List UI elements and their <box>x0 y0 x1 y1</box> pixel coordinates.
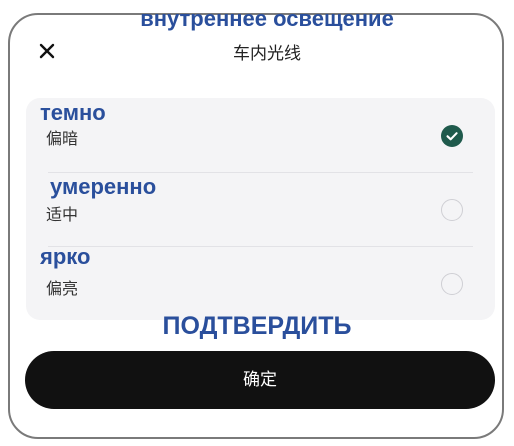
option-label-translation: темно <box>40 100 106 125</box>
option-moderate[interactable]: умеренно 适中 <box>26 173 495 247</box>
confirm-translation: ПОДТВЕРДИТЬ <box>162 312 352 340</box>
option-label-translation: ярко <box>40 244 91 269</box>
option-label-translation: умеренно <box>50 174 157 199</box>
page-title: 车内光线 <box>233 44 301 64</box>
option-bright[interactable]: ярко 偏亮 <box>26 244 495 321</box>
confirm-button[interactable]: 确定 <box>25 351 495 409</box>
radio-empty-icon[interactable] <box>441 273 463 295</box>
title-translation: внутреннее освещение <box>140 6 394 31</box>
option-label: 偏亮 <box>46 279 79 298</box>
option-label: 偏暗 <box>46 129 79 148</box>
option-label: 适中 <box>46 205 79 224</box>
option-dim[interactable]: темно 偏暗 <box>26 98 495 172</box>
radio-empty-icon[interactable] <box>441 199 463 221</box>
check-circle-icon[interactable] <box>441 125 463 147</box>
